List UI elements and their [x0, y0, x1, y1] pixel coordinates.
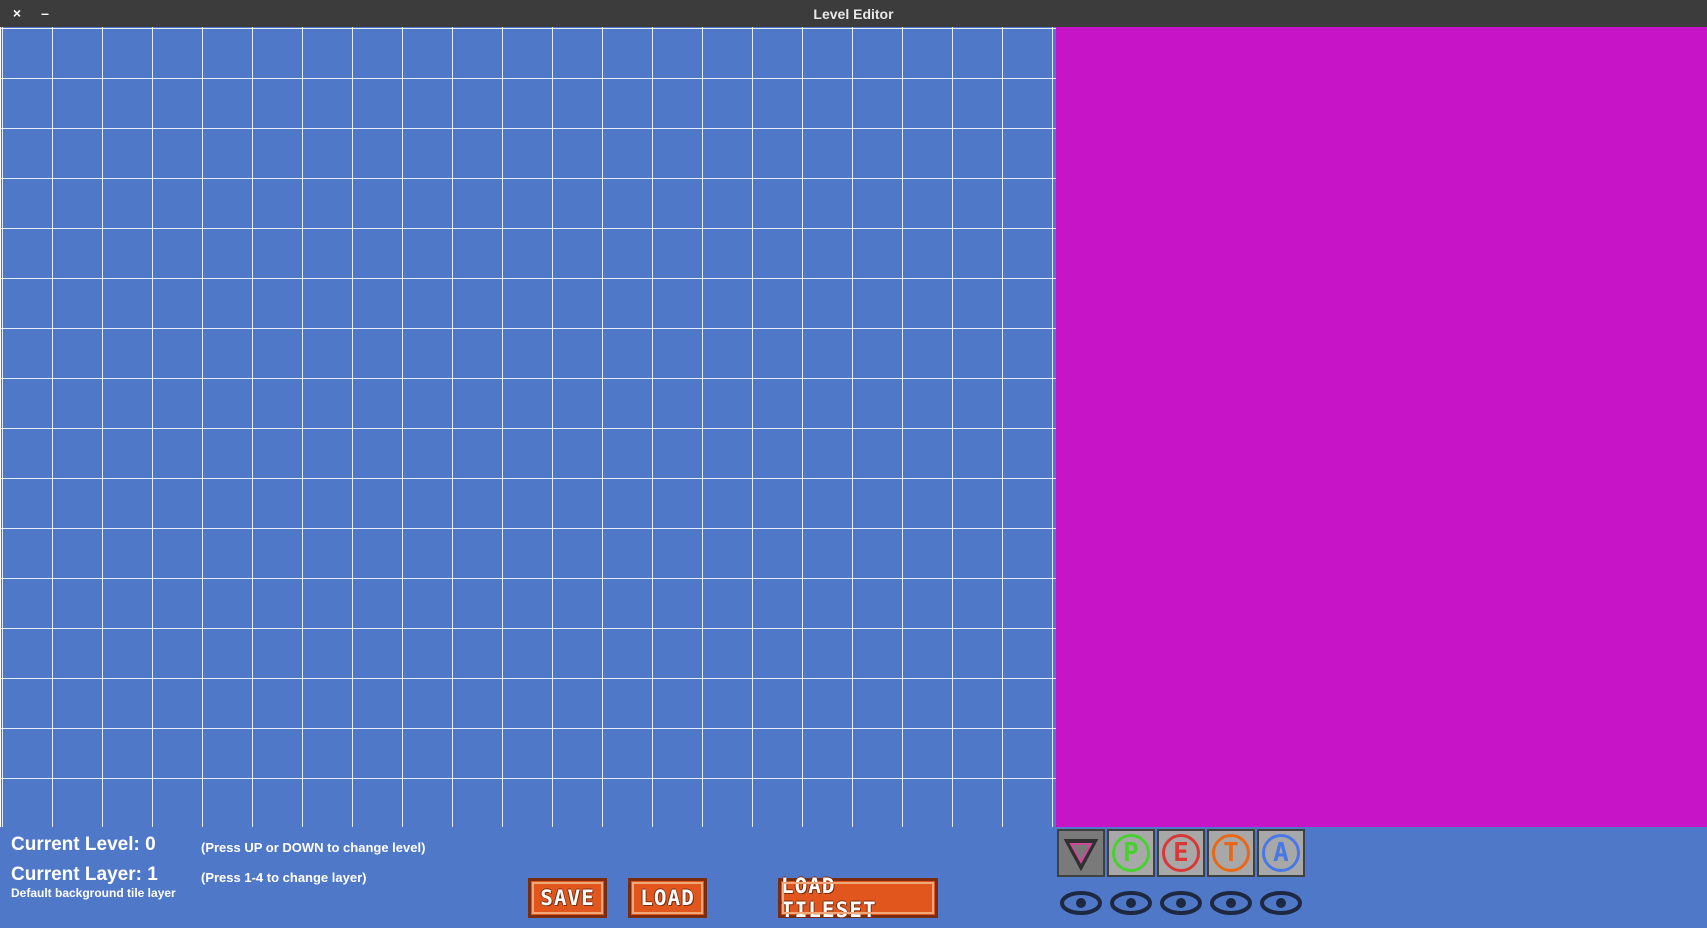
triangle-icon: [1063, 839, 1099, 872]
layer-description: Default background tile layer: [11, 886, 176, 900]
current-level-label: Current Level: 0: [11, 834, 156, 855]
current-layer-label: Current Layer: 1: [11, 864, 158, 885]
layer-button-area[interactable]: A: [1257, 829, 1305, 877]
save-button[interactable]: SAVE: [528, 878, 607, 918]
close-button[interactable]: ×: [8, 4, 26, 22]
eye-icon[interactable]: [1060, 890, 1102, 916]
level-hint: (Press UP or DOWN to change level): [201, 840, 426, 855]
window-title: Level Editor: [813, 5, 894, 22]
p-icon: P: [1112, 834, 1150, 872]
eye-icon[interactable]: [1210, 890, 1252, 916]
layer-button-player[interactable]: P: [1107, 829, 1155, 877]
layer-button-trigger[interactable]: T: [1207, 829, 1255, 877]
layer-button-enemy[interactable]: E: [1157, 829, 1205, 877]
tileset-panel[interactable]: [1056, 27, 1707, 827]
eye-icon[interactable]: [1260, 890, 1302, 916]
eye-icon[interactable]: [1160, 890, 1202, 916]
title-bar: × – Level Editor: [0, 0, 1707, 27]
layer-hint: (Press 1-4 to change layer): [201, 870, 367, 885]
eye-icon[interactable]: [1110, 890, 1152, 916]
load-tileset-button[interactable]: LOAD TILESET: [778, 874, 938, 922]
t-icon: T: [1212, 834, 1250, 872]
level-grid-canvas[interactable]: [0, 27, 1056, 827]
load-button[interactable]: LOAD: [628, 878, 707, 918]
e-icon: E: [1162, 834, 1200, 872]
a-icon: A: [1262, 834, 1300, 872]
minimize-button[interactable]: –: [36, 4, 54, 22]
layer-button-background[interactable]: [1057, 829, 1105, 877]
